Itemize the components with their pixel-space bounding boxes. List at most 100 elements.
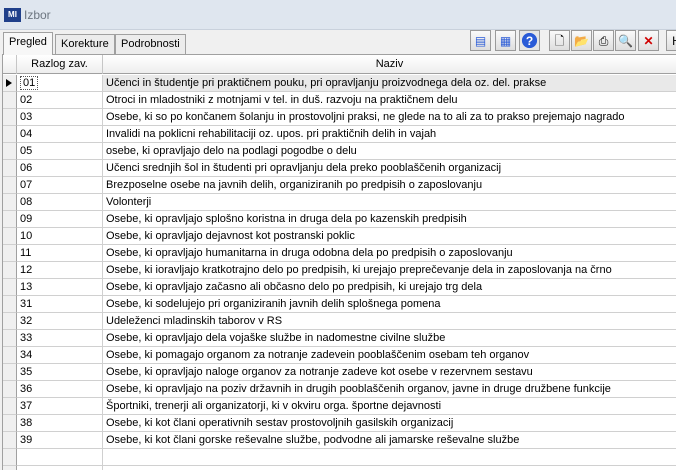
cell-razlog[interactable]: 13 xyxy=(17,279,103,296)
cell-naziv[interactable]: Osebe, ki opravljajo dejavnost kot postr… xyxy=(103,228,676,245)
row-indicator[interactable] xyxy=(3,245,17,262)
row-indicator[interactable] xyxy=(3,296,17,313)
cell-naziv[interactable]: Osebe, ki opravljajo splošno koristna in… xyxy=(103,211,676,228)
row-indicator[interactable] xyxy=(3,160,17,177)
new-document-icon[interactable]: 🗋 xyxy=(549,30,570,51)
cell-razlog[interactable]: 38 xyxy=(17,415,103,432)
tab-pregled[interactable]: Pregled xyxy=(3,32,53,55)
cell-naziv[interactable]: Brezposelne osebe na javnih delih, organ… xyxy=(103,177,676,194)
cell-naziv[interactable]: Invalidi na poklicni rehabilitaciji oz. … xyxy=(103,126,676,143)
table-row[interactable]: 31 Osebe, ki sodelujejo pri organiziranih… xyxy=(3,296,676,313)
cell-razlog[interactable]: 04 xyxy=(17,126,103,143)
cell-razlog[interactable]: 08 xyxy=(17,194,103,211)
table-row[interactable]: 07 Brezposelne osebe na javnih delih, org… xyxy=(3,177,676,194)
cell-razlog[interactable]: 07 xyxy=(17,177,103,194)
cell-naziv[interactable]: Osebe, ki opravljajo dela vojaške službe… xyxy=(103,330,676,347)
cell-razlog[interactable]: 11 xyxy=(17,245,103,262)
row-indicator[interactable] xyxy=(3,92,17,109)
cell-razlog[interactable]: 06 xyxy=(17,160,103,177)
cell-razlog[interactable]: 32 xyxy=(17,313,103,330)
column-header-naziv[interactable]: Naziv xyxy=(103,55,676,74)
cell-razlog[interactable]: 35 xyxy=(17,364,103,381)
table-row[interactable]: 36 Osebe, ki opravljajo na poziv državnih… xyxy=(3,381,676,398)
table-row[interactable]: 39 Osebe, ki kot člani gorske reševalne s… xyxy=(3,432,676,449)
table-row[interactable]: 05 osebe, ki opravljajo delo na podlagi p… xyxy=(3,143,676,160)
row-indicator[interactable] xyxy=(3,347,17,364)
table-row[interactable]: 01 Učenci in študentje pri praktičnem pou… xyxy=(3,75,676,92)
cell-naziv[interactable]: Osebe, ki opravljajo naloge organov za n… xyxy=(103,364,676,381)
cell-naziv[interactable]: Osebe, ki opravljajo humanitarna in drug… xyxy=(103,245,676,262)
cell-naziv[interactable]: Osebe, ki so po končanem šolanju in pros… xyxy=(103,109,676,126)
cell-razlog[interactable]: 03 xyxy=(17,109,103,126)
cell-naziv[interactable]: Učenci in študentje pri praktičnem pouku… xyxy=(103,75,676,92)
cell-naziv[interactable]: Udeleženci mladinskih taborov v RS xyxy=(103,313,676,330)
print-icon[interactable]: ⎙ xyxy=(593,30,614,51)
cell-naziv[interactable]: Volonterji xyxy=(103,194,676,211)
close-icon[interactable]: ✕ xyxy=(638,30,659,51)
row-indicator[interactable] xyxy=(3,262,17,279)
table-row[interactable]: 38 Osebe, ki kot člani operativnih sestav… xyxy=(3,415,676,432)
tab-korekture[interactable]: Korekture xyxy=(55,34,115,54)
open-folder-icon[interactable]: 📂 xyxy=(571,30,592,51)
table-row[interactable]: 37 Športniki, trenerji ali organizatorji,… xyxy=(3,398,676,415)
row-indicator[interactable] xyxy=(3,194,17,211)
table-row[interactable]: 32 Udeleženci mladinskih taborov v RS xyxy=(3,313,676,330)
text-view-icon[interactable]: ▤ xyxy=(470,30,491,51)
row-indicator[interactable] xyxy=(3,228,17,245)
table-row[interactable]: 04 Invalidi na poklicni rehabilitaciji oz… xyxy=(3,126,676,143)
table-row[interactable]: 34 Osebe, ki pomagajo organom za notranje… xyxy=(3,347,676,364)
table-row[interactable]: 11 Osebe, ki opravljajo humanitarna in dr… xyxy=(3,245,676,262)
table-row[interactable]: 13 Osebe, ki opravljajo začasno ali občas… xyxy=(3,279,676,296)
table-row[interactable]: 12 Osebe, ki ioravljajo kratkotrajno delo… xyxy=(3,262,676,279)
tab-podrobnosti[interactable]: Podrobnosti xyxy=(115,34,186,54)
cell-naziv[interactable]: Osebe, ki kot člani operativnih sestav p… xyxy=(103,415,676,432)
row-indicator[interactable] xyxy=(3,415,17,432)
row-indicator[interactable] xyxy=(3,75,17,92)
cell-naziv[interactable]: Osebe, ki sodelujejo pri organiziranih j… xyxy=(103,296,676,313)
row-indicator[interactable] xyxy=(3,364,17,381)
column-header-razlog[interactable]: Razlog zav. xyxy=(17,55,103,74)
row-indicator[interactable] xyxy=(3,109,17,126)
cell-razlog[interactable]: 31 xyxy=(17,296,103,313)
cell-naziv[interactable]: Osebe, ki opravljajo na poziv državnih i… xyxy=(103,381,676,398)
search-icon[interactable]: 🔍 xyxy=(615,30,636,51)
cell-razlog[interactable]: 01 xyxy=(17,75,103,92)
cell-naziv[interactable]: Osebe, ki opravljajo začasno ali občasno… xyxy=(103,279,676,296)
cell-naziv[interactable]: Športniki, trenerji ali organizatorji, k… xyxy=(103,398,676,415)
cell-razlog[interactable]: 39 xyxy=(17,432,103,449)
table-row[interactable]: 33 Osebe, ki opravljajo dela vojaške služ… xyxy=(3,330,676,347)
cell-razlog[interactable]: 33 xyxy=(17,330,103,347)
cell-naziv[interactable]: Osebe, ki ioravljajo kratkotrajno delo p… xyxy=(103,262,676,279)
cell-razlog[interactable]: 37 xyxy=(17,398,103,415)
cell-naziv[interactable]: Učenci srednjih šol in študenti pri opra… xyxy=(103,160,676,177)
row-indicator[interactable] xyxy=(3,398,17,415)
row-indicator[interactable] xyxy=(3,143,17,160)
cell-razlog[interactable]: 34 xyxy=(17,347,103,364)
table-row[interactable]: 03 Osebe, ki so po končanem šolanju in pr… xyxy=(3,109,676,126)
row-indicator[interactable] xyxy=(3,126,17,143)
cell-naziv[interactable]: Otroci in mladostniki z motnjami v tel. … xyxy=(103,92,676,109)
table-row[interactable]: 08 Volonterji xyxy=(3,194,676,211)
row-indicator[interactable] xyxy=(3,330,17,347)
row-indicator[interactable] xyxy=(3,432,17,449)
cell-razlog[interactable]: 10 xyxy=(17,228,103,245)
table-row[interactable]: 02 Otroci in mladostniki z motnjami v tel… xyxy=(3,92,676,109)
help-icon[interactable]: ? xyxy=(519,30,540,51)
cell-naziv[interactable]: osebe, ki opravljajo delo na podlagi pog… xyxy=(103,143,676,160)
cell-razlog[interactable]: 02 xyxy=(17,92,103,109)
row-indicator[interactable] xyxy=(3,313,17,330)
cell-razlog[interactable]: 12 xyxy=(17,262,103,279)
table-row[interactable]: 06 Učenci srednjih šol in študenti pri op… xyxy=(3,160,676,177)
cell-razlog[interactable]: 36 xyxy=(17,381,103,398)
cell-razlog[interactable]: 05 xyxy=(17,143,103,160)
overflow-button[interactable]: H xyxy=(666,30,676,51)
table-row[interactable]: 10 Osebe, ki opravljajo dejavnost kot pos… xyxy=(3,228,676,245)
cell-naziv[interactable]: Osebe, ki kot člani gorske reševalne slu… xyxy=(103,432,676,449)
row-indicator[interactable] xyxy=(3,177,17,194)
table-row[interactable]: 09 Osebe, ki opravljajo splošno koristna … xyxy=(3,211,676,228)
row-indicator[interactable] xyxy=(3,279,17,296)
grid-view-icon[interactable]: ▦ xyxy=(495,30,516,51)
cell-razlog[interactable]: 09 xyxy=(17,211,103,228)
table-row[interactable]: 35 Osebe, ki opravljajo naloge organov za… xyxy=(3,364,676,381)
row-indicator[interactable] xyxy=(3,381,17,398)
